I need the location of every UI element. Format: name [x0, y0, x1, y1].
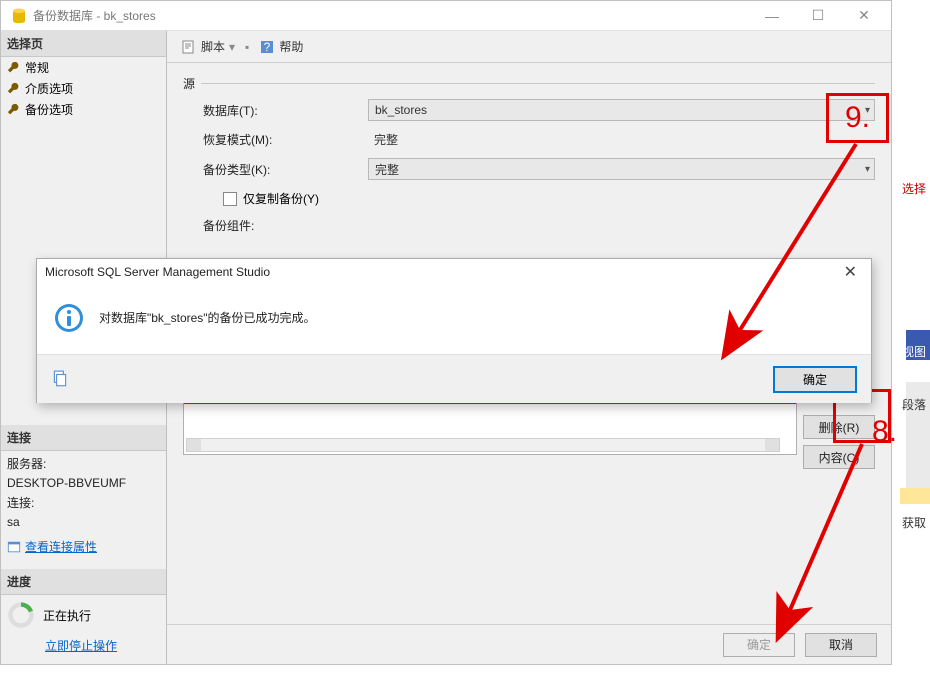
maximize-button[interactable]: ☐ [795, 1, 841, 30]
window-title: 备份数据库 - bk_stores [33, 7, 749, 24]
help-icon: ? [259, 39, 275, 55]
close-icon[interactable]: ✕ [838, 262, 863, 282]
dropdown-value: bk_stores [375, 103, 427, 117]
select-page-header: 选择页 [1, 31, 166, 57]
content-button[interactable]: 内容(C) [803, 445, 875, 469]
wrench-icon [7, 82, 21, 96]
annotation-label: 8. [872, 415, 897, 449]
server-value: DESKTOP-BBVEUMF [7, 474, 160, 493]
progress-ring-icon [7, 601, 35, 629]
database-dropdown[interactable]: bk_stores ▾ [368, 99, 875, 121]
horizontal-scrollbar[interactable] [186, 438, 780, 452]
messagebox-text: 对数据库"bk_stores"的备份已成功完成。 [99, 309, 316, 326]
messagebox-title: Microsoft SQL Server Management Studio [45, 265, 270, 279]
view-connection-properties[interactable]: 查看连接属性 [1, 536, 166, 557]
wrench-icon [7, 61, 21, 75]
recovery-value: 完整 [368, 131, 875, 148]
svg-text:?: ? [264, 40, 271, 54]
clip-text: 段落 [902, 396, 926, 413]
source-group: 源 [183, 73, 875, 94]
dialog-bottom-bar: 确定 取消 [167, 624, 891, 664]
sidebar-item-label: 常规 [25, 59, 49, 76]
wrench-icon [7, 103, 21, 117]
ok-button[interactable]: 确定 [723, 633, 795, 657]
script-button[interactable]: 脚本 ▾ [175, 36, 241, 57]
connection-header: 连接 [1, 425, 166, 451]
button-label: 确定 [747, 636, 771, 653]
toolbar-label: 帮助 [279, 38, 303, 55]
minimize-button[interactable]: — [749, 1, 795, 30]
chevron-down-icon: ▾ [229, 40, 235, 54]
checkbox-icon [223, 192, 237, 206]
annotation-label: 9. [845, 101, 870, 135]
recovery-label: 恢复模式(M): [203, 131, 368, 148]
link-label: 立即停止操作 [45, 637, 117, 654]
sidebar-item-backup-options[interactable]: 备份选项 [1, 99, 166, 120]
sidebar-item-label: 介质选项 [25, 80, 73, 97]
clip-text: 选择 [902, 180, 926, 197]
button-label: 内容(C) [819, 449, 860, 466]
dropdown-value: 完整 [375, 161, 399, 178]
group-label: 源 [183, 73, 195, 94]
progress-status: 正在执行 [1, 595, 166, 635]
separator: ▪ [245, 40, 249, 54]
sidebar-item-general[interactable]: 常规 [1, 57, 166, 78]
script-icon [181, 39, 197, 55]
sidebar-item-label: 备份选项 [25, 101, 73, 118]
stop-operation[interactable]: 立即停止操作 [1, 635, 166, 656]
help-button[interactable]: ? 帮助 [253, 36, 309, 57]
database-label: 数据库(T): [203, 102, 368, 119]
properties-icon [7, 540, 21, 554]
cancel-button[interactable]: 取消 [805, 633, 877, 657]
toolbar: 脚本 ▾ ▪ ? 帮助 [167, 31, 891, 63]
link-label: 查看连接属性 [25, 538, 97, 555]
backup-type-label: 备份类型(K): [203, 161, 368, 178]
component-label: 备份组件: [203, 217, 368, 234]
clip-text: 视图 [902, 343, 926, 360]
progress-header: 进度 [1, 569, 166, 595]
divider [201, 83, 875, 84]
background-app-clip: 选择 视图 段落 获取 [892, 0, 930, 673]
conn-value: sa [7, 513, 160, 532]
button-label: 取消 [829, 636, 853, 653]
copy-icon[interactable] [51, 370, 69, 388]
database-icon [11, 8, 27, 24]
chevron-down-icon: ▾ [865, 164, 870, 175]
annotation-box-9: 9. [826, 93, 889, 143]
copy-only-checkbox[interactable]: 仅复制备份(Y) [223, 190, 875, 207]
progress-label: 正在执行 [43, 607, 91, 624]
info-icon [53, 302, 85, 334]
close-button[interactable]: ✕ [841, 1, 887, 30]
sidebar-item-media[interactable]: 介质选项 [1, 78, 166, 99]
window-controls: — ☐ ✕ [749, 1, 887, 30]
clip-orange [900, 488, 930, 504]
toolbar-label: 脚本 [201, 38, 225, 55]
messagebox-ok-button[interactable]: 确定 [773, 366, 857, 393]
conn-label: 连接: [7, 494, 160, 513]
button-label: 确定 [803, 373, 827, 387]
backup-type-dropdown[interactable]: 完整 ▾ [368, 158, 875, 180]
checkbox-label: 仅复制备份(Y) [243, 190, 319, 207]
success-messagebox: Microsoft SQL Server Management Studio ✕… [36, 258, 872, 403]
clip-text: 获取 [902, 514, 926, 531]
messagebox-titlebar: Microsoft SQL Server Management Studio ✕ [37, 259, 871, 285]
titlebar: 备份数据库 - bk_stores — ☐ ✕ [1, 1, 891, 31]
server-label: 服务器: [7, 455, 160, 474]
connection-info: 服务器: DESKTOP-BBVEUMF 连接: sa [1, 451, 166, 536]
